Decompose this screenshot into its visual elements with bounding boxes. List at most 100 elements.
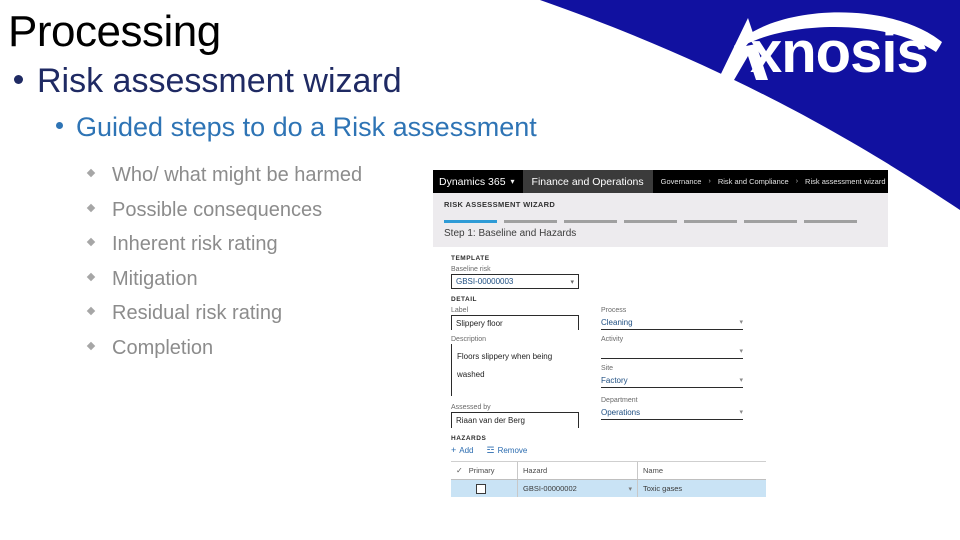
trash-icon: ☲ [486, 445, 495, 455]
cell-hazard[interactable]: GBSI-00000002 ▾ [517, 480, 637, 497]
plus-icon: + [451, 445, 457, 455]
wizard-step-segment-2 [504, 220, 557, 223]
add-button-label: Add [459, 446, 474, 455]
label-input[interactable]: Slippery floor [451, 315, 579, 330]
field-value: Operations [601, 407, 641, 417]
list-item: Completion [86, 331, 362, 366]
chevron-down-icon: ▾ [739, 377, 743, 384]
bullet-diamond-icon [86, 341, 96, 350]
d365-product-menu[interactable]: Dynamics 365 ▾ [433, 170, 523, 193]
bullet-level2-label: Guided steps to do a Risk assessment [76, 112, 537, 142]
breadcrumb-item-risk-and-compliance[interactable]: Risk and Compliance [718, 177, 789, 186]
field-label: Label [451, 307, 469, 314]
column-header-label: Hazard [523, 466, 548, 475]
column-header-label: Name [643, 466, 664, 475]
bullet-diamond-icon [86, 237, 96, 247]
page-title: Processing [8, 7, 221, 56]
section-heading-hazards: HAZARDS [451, 435, 487, 442]
description-textarea[interactable]: Floors slippery when being washed [451, 344, 579, 396]
list-item: Who/ what might be harmed [86, 158, 363, 193]
chevron-down-icon: ▾ [739, 348, 743, 355]
wizard-step-segment-4 [624, 220, 677, 223]
field-value: Slippery floor [456, 318, 503, 328]
chevron-down-icon: ▾ [570, 278, 574, 286]
primary-checkbox[interactable] [476, 483, 486, 494]
list-item: Inherent risk rating [86, 227, 362, 262]
hazard-value: GBSI-00000002 [523, 484, 577, 493]
list-item-label: Inherent risk rating [112, 233, 278, 255]
name-value: Toxic gases [643, 484, 683, 493]
list-item-label: Who/ what might be harmed [112, 164, 363, 186]
section-heading-template: TEMPLATE [451, 255, 490, 262]
d365-form-body: TEMPLATE Baseline risk GBSI-00000003 ▾ D… [433, 247, 888, 497]
wizard-step-segment-6 [744, 220, 797, 223]
field-label: Baseline risk [451, 266, 491, 273]
chevron-right-icon: › [795, 178, 799, 185]
d365-page-title: RISK ASSESSMENT WIZARD [444, 200, 556, 209]
field-label: Process [601, 307, 627, 314]
wizard-step-segment-1 [444, 220, 497, 223]
list-item-label: Residual risk rating [112, 302, 283, 324]
list-item: Residual risk rating [86, 296, 362, 331]
site-select[interactable]: Factory ▾ [601, 373, 743, 388]
wizard-step-segment-3 [564, 220, 617, 223]
d365-product-label: Dynamics 365 [439, 175, 506, 188]
baseline-risk-select[interactable]: GBSI-00000003 ▾ [451, 274, 579, 289]
wizard-step-segment-5 [684, 220, 737, 223]
dynamics365-screenshot: Dynamics 365 ▾ Finance and Operations Go… [433, 170, 888, 540]
add-button[interactable]: + Add [451, 445, 474, 456]
field-label-name: Label Slippery floor [451, 307, 579, 330]
remove-button[interactable]: ☲ Remove [486, 445, 528, 456]
field-department: Department Operations ▾ [601, 397, 743, 420]
bullet-diamond-icon [86, 306, 96, 316]
field-label: Department [601, 397, 638, 404]
field-value: Factory [601, 375, 628, 385]
breadcrumb-item-governance[interactable]: Governance [661, 177, 702, 186]
field-baseline-risk: Baseline risk GBSI-00000003 ▾ [451, 266, 579, 289]
activity-select[interactable]: ▾ [601, 344, 743, 359]
d365-top-navigation-bar: Dynamics 365 ▾ Finance and Operations Go… [433, 170, 888, 193]
field-label: Activity [601, 336, 624, 343]
chevron-down-icon: ▾ [628, 485, 632, 493]
cell-name: Toxic gases [637, 480, 766, 497]
detail-field-columns: Label Slippery floor Description Floors … [451, 307, 888, 428]
process-select[interactable]: Cleaning ▾ [601, 315, 743, 330]
table-row[interactable]: GBSI-00000002 ▾ Toxic gases [451, 480, 766, 497]
list-item-label: Completion [112, 336, 214, 359]
d365-module-label: Finance and Operations [522, 170, 653, 193]
field-value: GBSI-00000003 [456, 277, 514, 286]
field-value: Riaan van der Berg [456, 416, 525, 425]
section-heading-detail: DETAIL [451, 296, 477, 303]
slide-canvas: xnosis Processing Risk assessment wizard… [0, 0, 960, 540]
column-header-name[interactable]: Name [637, 462, 766, 479]
remove-button-label: Remove [497, 446, 528, 455]
assessed-by-input[interactable]: Riaan van der Berg [451, 412, 579, 428]
wizard-step-title: Step 1: Baseline and Hazards [444, 228, 577, 239]
bullet-dot-icon [56, 122, 63, 129]
chevron-down-icon: ▾ [739, 409, 743, 416]
chevron-right-icon: › [708, 178, 711, 185]
column-header-label: Primary [468, 466, 495, 475]
bullet-dot-icon [14, 75, 23, 84]
column-header-hazard[interactable]: Hazard [517, 462, 637, 479]
hazards-toolbar: + Add ☲ Remove [451, 445, 888, 456]
wizard-step-segment-7 [804, 220, 857, 223]
field-assessed-by: Assessed by Riaan van der Berg [451, 404, 579, 428]
field-label: Description [451, 336, 487, 343]
breadcrumb: Governance › Risk and Compliance › Risk … [653, 170, 888, 193]
chevron-down-icon: ▾ [510, 177, 515, 186]
bullet-level2: Guided steps to do a Risk assessment [56, 112, 537, 143]
field-label: Assessed by [451, 404, 491, 411]
field-process: Process Cleaning ▾ [601, 307, 743, 330]
breadcrumb-item-risk-assessment-wizard[interactable]: Risk assessment wizard [805, 177, 885, 186]
d365-page-header: RISK ASSESSMENT WIZARD Step 1: Baseline … [433, 193, 888, 247]
column-header-primary[interactable]: ✓ Primary [451, 462, 517, 479]
table-header-row: ✓ Primary Hazard Name [451, 462, 766, 480]
field-activity: Activity ▾ [601, 336, 743, 359]
bullet-level1-label: Risk assessment wizard [37, 62, 402, 100]
list-item: Possible consequences [86, 193, 362, 228]
bullet-level3-list: Who/ what might be harmed Possible conse… [86, 158, 363, 366]
detail-left-column: Label Slippery floor Description Floors … [451, 307, 579, 428]
department-select[interactable]: Operations ▾ [601, 405, 743, 420]
hazards-table: ✓ Primary Hazard Name GBSI-00000002 ▾ To… [451, 461, 766, 497]
